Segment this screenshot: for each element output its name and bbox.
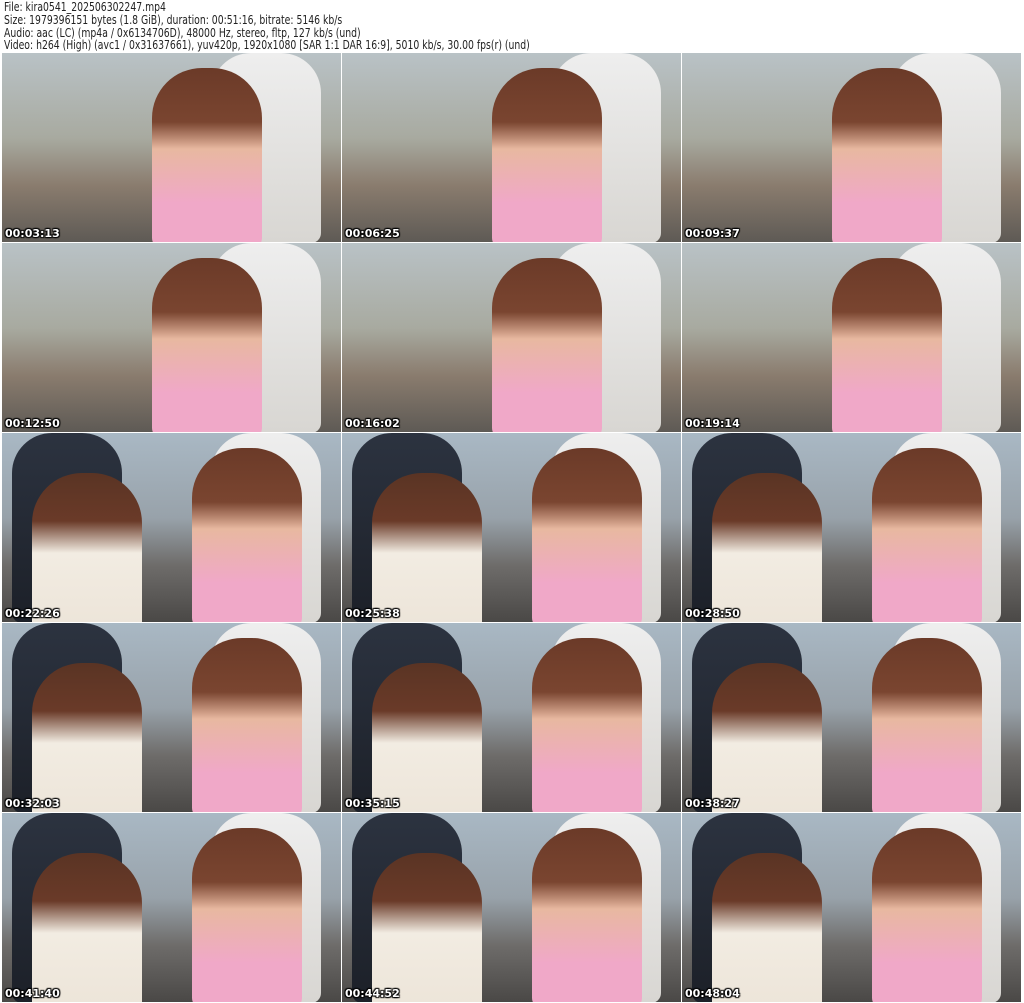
person <box>372 473 482 622</box>
timestamp-label: 00:41:40 <box>5 987 60 1000</box>
timestamp-label: 00:48:04 <box>685 987 740 1000</box>
person <box>532 448 642 622</box>
video-thumbnail[interactable]: 00:16:02 <box>342 243 681 432</box>
timestamp-label: 00:19:14 <box>685 417 740 430</box>
video-thumbnail[interactable]: 00:32:03 <box>2 623 341 812</box>
timestamp-label: 00:28:50 <box>685 607 740 620</box>
video-thumbnail[interactable]: 00:44:52 <box>342 813 681 1002</box>
video-thumbnail[interactable]: 00:41:40 <box>2 813 341 1002</box>
person <box>32 473 142 622</box>
person <box>712 473 822 622</box>
video-thumbnail[interactable]: 00:38:27 <box>682 623 1021 812</box>
person <box>492 68 602 242</box>
timestamp-label: 00:32:03 <box>5 797 60 810</box>
person <box>32 853 142 1002</box>
person <box>872 828 982 1002</box>
video-info: Video: h264 (High) (avc1 / 0x31637661), … <box>4 38 530 53</box>
person <box>832 68 942 242</box>
file-info-header: File: kira0541_202506302247.mp4 Size: 19… <box>4 1 615 52</box>
timestamp-label: 00:03:13 <box>5 227 60 240</box>
person <box>872 448 982 622</box>
video-thumbnail[interactable]: 00:22:26 <box>2 433 341 622</box>
timestamp-label: 00:25:38 <box>345 607 400 620</box>
person <box>32 663 142 812</box>
timestamp-label: 00:35:15 <box>345 797 400 810</box>
person <box>832 258 942 432</box>
video-thumbnail[interactable]: 00:25:38 <box>342 433 681 622</box>
video-thumbnail[interactable]: 00:09:37 <box>682 53 1021 242</box>
timestamp-label: 00:09:37 <box>685 227 740 240</box>
video-thumbnail[interactable]: 00:06:25 <box>342 53 681 242</box>
person <box>712 663 822 812</box>
video-thumbnail[interactable]: 00:35:15 <box>342 623 681 812</box>
timestamp-label: 00:06:25 <box>345 227 400 240</box>
person <box>372 853 482 1002</box>
person <box>872 638 982 812</box>
video-thumbnail[interactable]: 00:19:14 <box>682 243 1021 432</box>
video-thumbnail[interactable]: 00:48:04 <box>682 813 1021 1002</box>
timestamp-label: 00:38:27 <box>685 797 740 810</box>
person <box>152 68 262 242</box>
person <box>532 638 642 812</box>
person <box>192 828 302 1002</box>
person <box>192 448 302 622</box>
video-thumbnail[interactable]: 00:03:13 <box>2 53 341 242</box>
person <box>192 638 302 812</box>
timestamp-label: 00:12:50 <box>5 417 60 430</box>
person <box>712 853 822 1002</box>
video-thumbnail[interactable]: 00:28:50 <box>682 433 1021 622</box>
timestamp-label: 00:22:26 <box>5 607 60 620</box>
timestamp-label: 00:44:52 <box>345 987 400 1000</box>
video-thumbnail[interactable]: 00:12:50 <box>2 243 341 432</box>
person <box>532 828 642 1002</box>
person <box>152 258 262 432</box>
person <box>372 663 482 812</box>
person <box>492 258 602 432</box>
timestamp-label: 00:16:02 <box>345 417 400 430</box>
thumbnail-grid: 00:03:13 00:06:25 00:09:37 00:12:50 00:16:02… <box>2 53 1021 1002</box>
